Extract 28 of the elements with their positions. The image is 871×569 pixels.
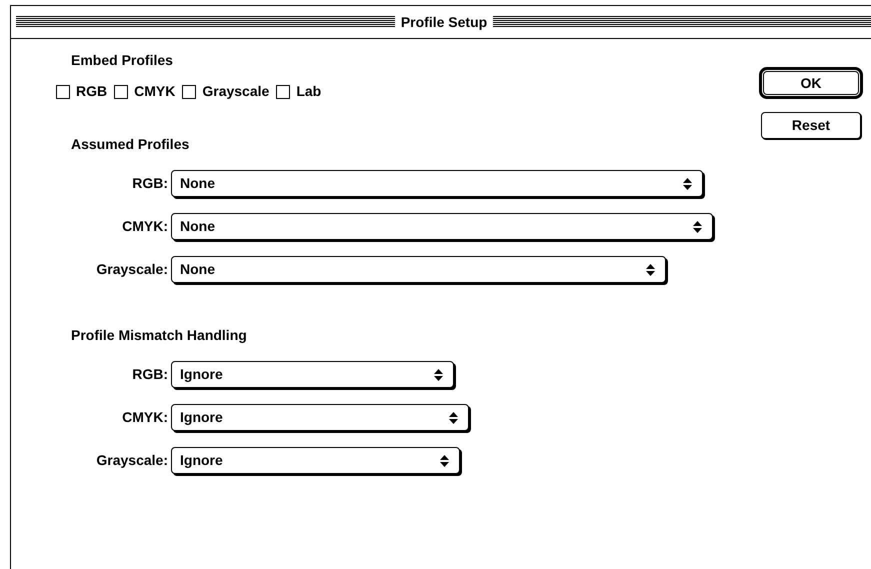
field-label: RGB: [131, 174, 169, 193]
popup-menu[interactable]: Ignore [171, 361, 454, 388]
reset-button[interactable]: Reset [761, 112, 861, 139]
field-label: Grayscale: [95, 260, 169, 279]
up-down-arrows-icon [440, 454, 449, 466]
checkbox[interactable]: CMYK [114, 81, 176, 102]
ok-button[interactable]: OK [763, 71, 859, 95]
field-label: Grayscale: [95, 451, 169, 470]
field-label: CMYK: [121, 217, 169, 236]
section-heading: Assumed Profiles [71, 135, 190, 154]
popup-menu[interactable]: Ignore [171, 404, 469, 431]
up-down-arrows-icon [693, 220, 702, 232]
popup-menu[interactable]: Ignore [171, 447, 460, 474]
checkbox[interactable]: RGB [56, 81, 108, 102]
up-down-arrows-icon [449, 412, 458, 424]
popup-menu[interactable]: None [171, 170, 703, 197]
up-down-arrows-icon [646, 264, 655, 276]
popup-menu[interactable]: None [171, 256, 666, 283]
up-down-arrows-icon [434, 368, 443, 380]
section-heading: Profile Mismatch Handling [71, 326, 247, 345]
section-heading: Embed Profiles [71, 51, 173, 70]
window-title: Profile Setup [400, 12, 488, 32]
checkbox[interactable]: Lab [276, 81, 322, 102]
checkbox[interactable]: Grayscale [182, 81, 270, 102]
popup-menu[interactable]: None [171, 213, 713, 240]
field-label: RGB: [131, 365, 169, 384]
field-label: CMYK: [121, 408, 169, 427]
up-down-arrows-icon [683, 178, 692, 190]
